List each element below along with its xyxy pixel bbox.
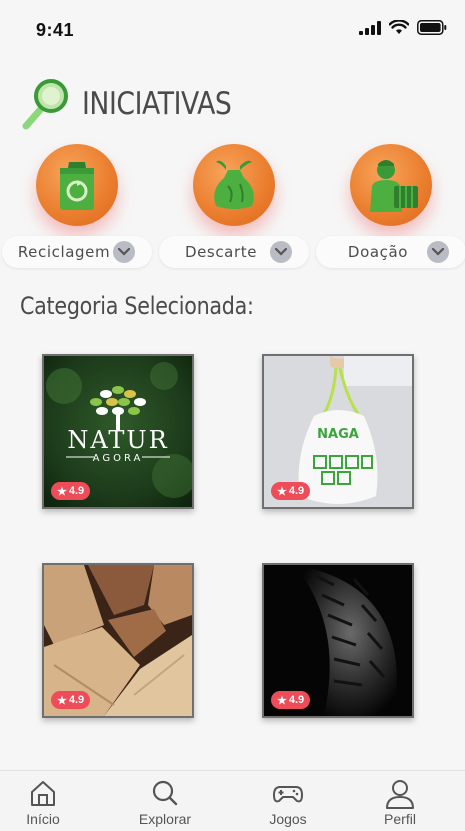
initiative-pill[interactable]: Doação: [316, 236, 465, 268]
trash-bag-icon: [214, 160, 254, 209]
rating-value: 4.9: [288, 485, 305, 497]
tab-label: Perfil: [384, 811, 416, 827]
rating-badge: ★ 4.9: [271, 482, 311, 500]
magnifier-icon: [22, 79, 68, 130]
rating-value: 4.9: [288, 694, 305, 706]
chevron-down-icon[interactable]: [113, 241, 135, 263]
recycle-bag-icon: [60, 162, 94, 210]
initiative-circle[interactable]: [36, 144, 118, 226]
rating-badge: ★ 4.9: [51, 482, 91, 500]
initiative-circle[interactable]: [193, 144, 275, 226]
header: INICIATIVAS: [18, 74, 256, 134]
signal-icon: [359, 20, 381, 35]
initiative-circle[interactable]: [350, 144, 432, 226]
initiative-label: Doação: [347, 243, 409, 261]
rating-value: 4.9: [68, 485, 85, 497]
screen: 9:41 INICIATIVAS Reciclagem Descarte Doa…: [0, 0, 465, 831]
card-tire[interactable]: ★ 4.9: [262, 563, 414, 718]
bag-text: NAGA: [317, 427, 359, 442]
card-natur-agora[interactable]: NATUR AGORA ★ 4.9: [42, 354, 194, 509]
user-icon: [386, 780, 414, 809]
tab-jogos[interactable]: Jogos: [243, 771, 333, 831]
rating-badge: ★ 4.9: [51, 691, 91, 709]
donation-person-icon: [370, 160, 418, 212]
initiative-descarte[interactable]: Descarte: [159, 144, 309, 270]
initiative-pill[interactable]: Reciclagem: [2, 236, 152, 268]
tab-label: Explorar: [138, 811, 192, 827]
search-icon: [152, 780, 178, 806]
logo-text: NATUR: [67, 426, 168, 454]
battery-icon: [417, 20, 447, 35]
chevron-down-icon[interactable]: [270, 241, 292, 263]
tab-explorar[interactable]: Explorar: [120, 771, 210, 831]
star-icon: ★: [277, 485, 287, 498]
tab-label: Jogos: [269, 811, 307, 827]
page-title: INICIATIVAS: [82, 86, 232, 122]
card-firewood[interactable]: ★ 4.9: [42, 563, 194, 718]
initiative-pill[interactable]: Descarte: [159, 236, 309, 268]
tab-inicio[interactable]: Início: [0, 771, 88, 831]
tab-bar: Início Explorar Jogos Perfil: [0, 770, 465, 831]
wifi-icon: [389, 20, 409, 34]
gamepad-icon: [273, 786, 303, 803]
rating-badge: ★ 4.9: [271, 691, 311, 709]
chevron-down-icon[interactable]: [427, 241, 449, 263]
home-icon: [31, 781, 55, 806]
logo-sub: AGORA: [93, 453, 144, 464]
tab-perfil[interactable]: Perfil: [355, 771, 445, 831]
status-icons: [359, 20, 447, 35]
rating-value: 4.9: [68, 694, 85, 706]
initiative-label: Reciclagem: [17, 243, 111, 261]
status-time: 9:41: [36, 20, 75, 40]
card-garbage-bag[interactable]: NAGA ★ 4.9: [262, 354, 414, 509]
initiative-label: Descarte: [184, 243, 258, 261]
star-icon: ★: [57, 485, 67, 498]
tab-label: Início: [26, 811, 60, 827]
initiative-doacao[interactable]: Doação: [316, 144, 465, 270]
status-bar: 9:41: [0, 0, 465, 60]
star-icon: ★: [57, 694, 67, 707]
initiative-reciclagem[interactable]: Reciclagem: [2, 144, 152, 270]
section-title: Categoria Selecionada:: [20, 292, 254, 320]
star-icon: ★: [277, 694, 287, 707]
